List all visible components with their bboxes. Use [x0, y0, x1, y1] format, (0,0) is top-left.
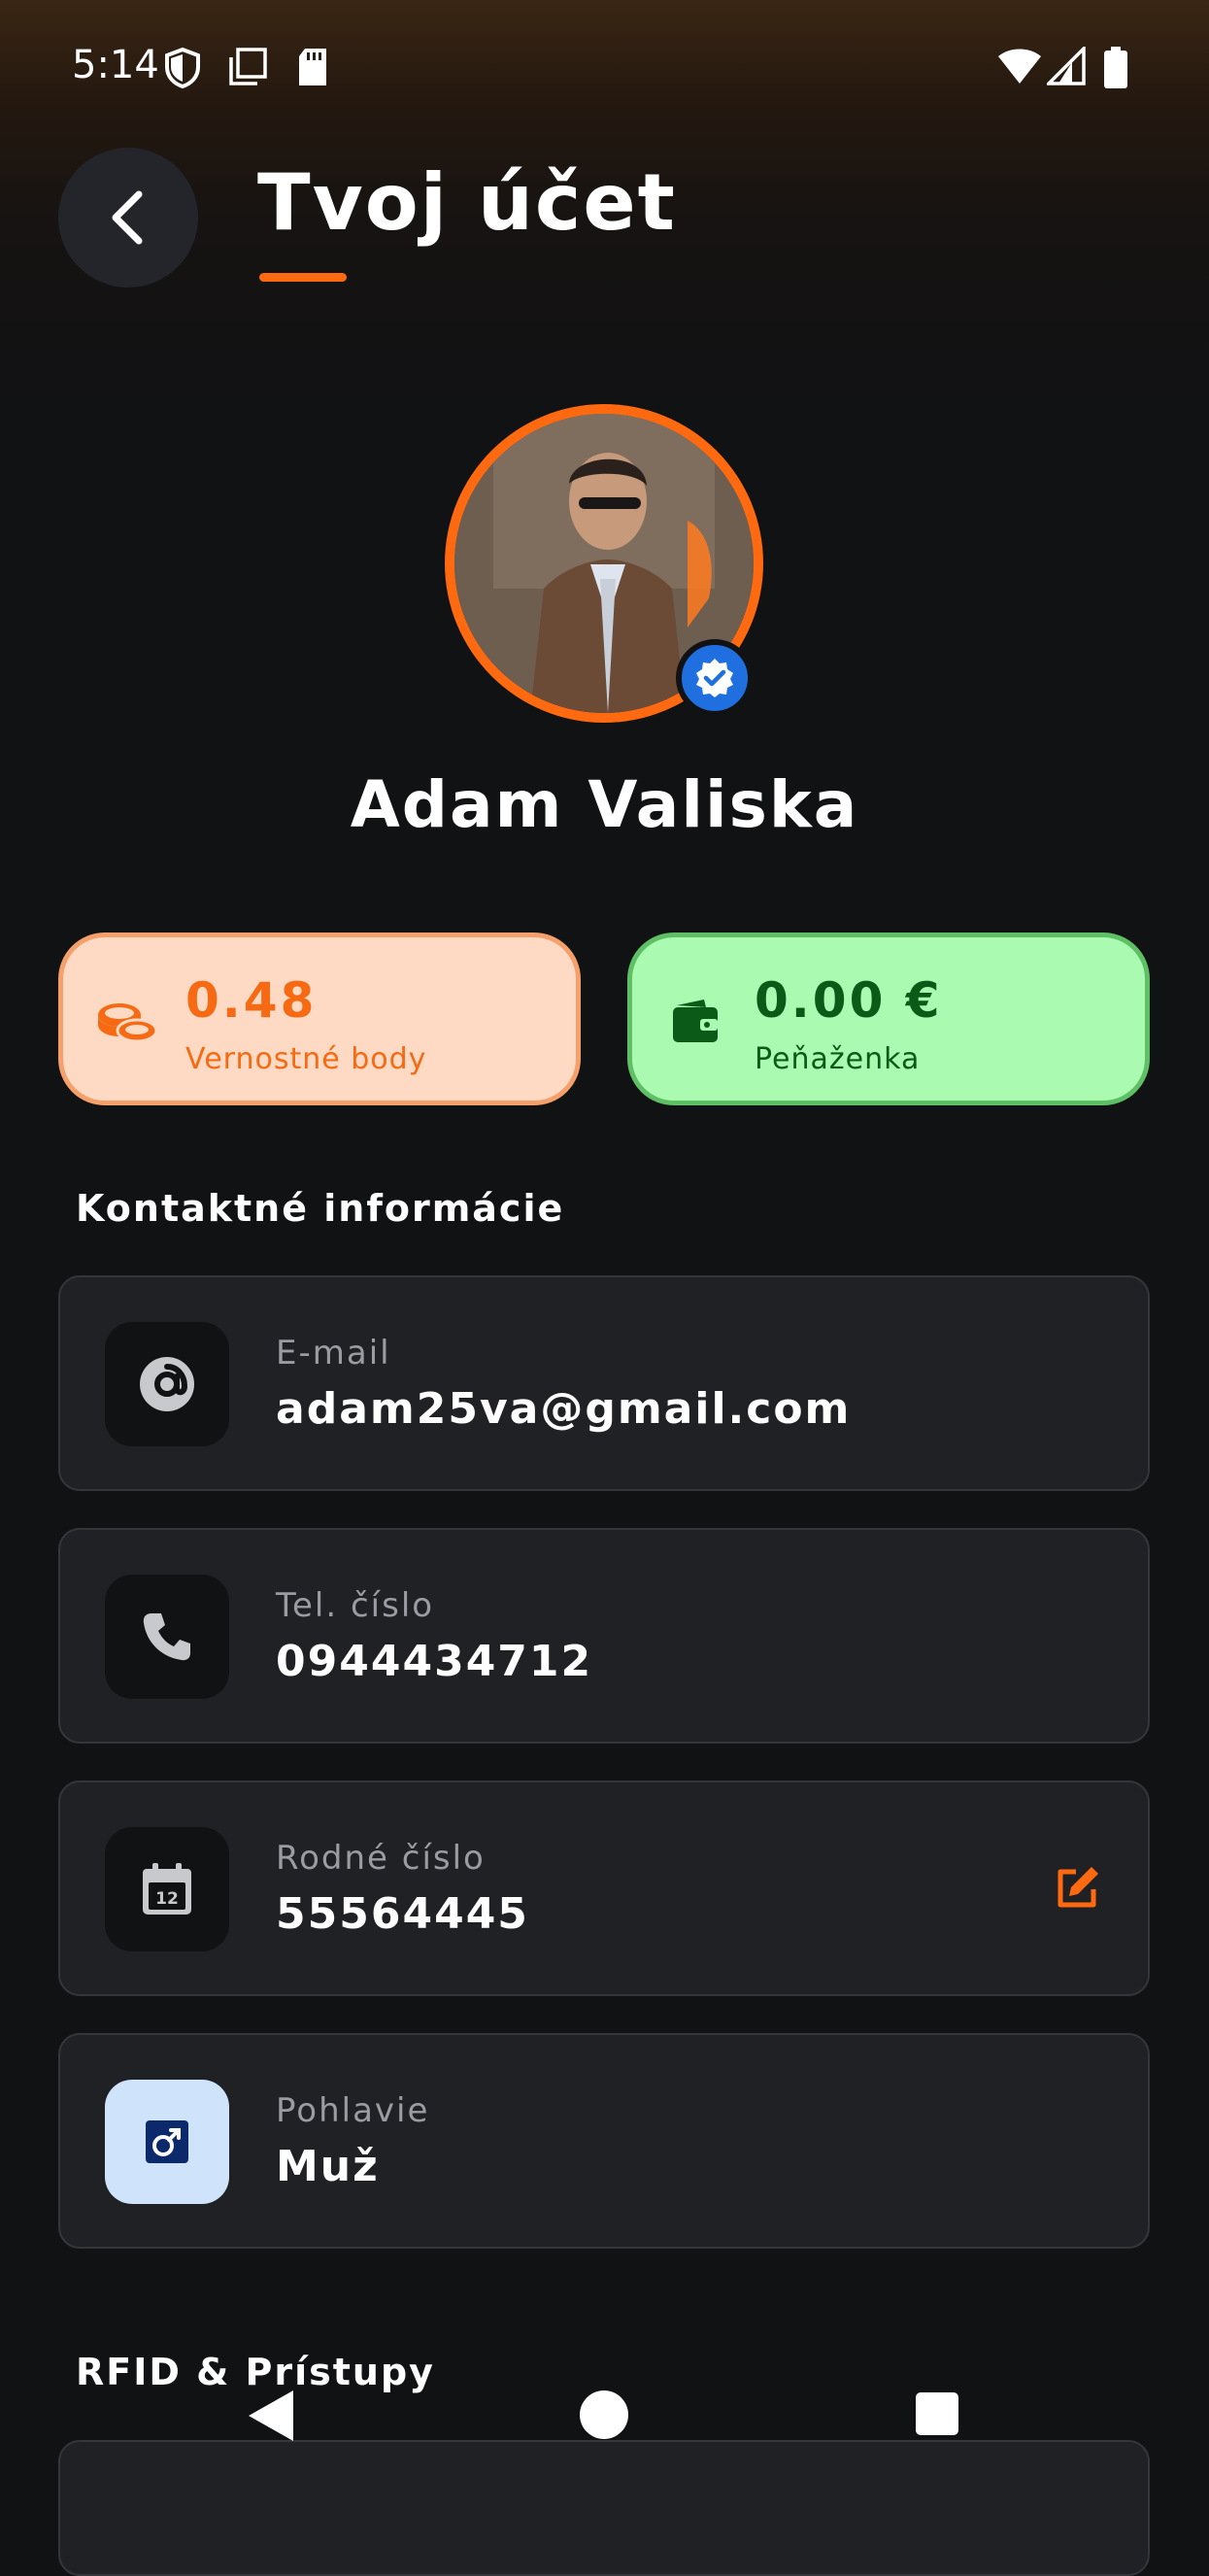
wallet-card[interactable]: 0.00 € Peňaženka	[627, 932, 1150, 1105]
sd-card-icon	[299, 49, 326, 85]
nav-back-icon[interactable]	[245, 2388, 297, 2444]
chevron-left-icon	[112, 190, 143, 245]
calendar-icon: 12	[143, 1863, 191, 1915]
phone-label: Tel. číslo	[276, 1586, 435, 1625]
coins-icon	[98, 1003, 158, 1043]
phone-icon	[143, 1613, 190, 1661]
system-navigation-bar	[0, 2370, 1209, 2457]
gender-label: Pohlavie	[276, 2091, 430, 2130]
contact-section-title: Kontaktné informácie	[76, 1187, 565, 1230]
email-label: E-mail	[276, 1334, 391, 1373]
nav-home-icon[interactable]	[579, 2390, 629, 2440]
svg-text:12: 12	[155, 1889, 179, 1909]
status-time: 5:14	[72, 43, 159, 87]
nav-recents-icon[interactable]	[915, 2391, 959, 2436]
gender-icon-box	[105, 2080, 229, 2204]
rfid-card[interactable]	[58, 2440, 1150, 2576]
birth-number-card[interactable]: 12 Rodné číslo 55564445	[58, 1780, 1150, 1996]
at-icon	[140, 1357, 194, 1411]
loyalty-points-card[interactable]: 0.48 Vernostné body	[58, 932, 581, 1105]
edit-icon[interactable]	[1053, 1864, 1101, 1913]
shield-icon	[165, 47, 200, 89]
page-title: Tvoj účet	[257, 157, 677, 248]
birth-number-value: 55564445	[276, 1889, 529, 1939]
wallet-icon	[673, 1000, 718, 1042]
back-button[interactable]	[58, 148, 198, 288]
wifi-icon	[998, 49, 1041, 84]
loyalty-points-label: Vernostné body	[185, 1042, 427, 1076]
birth-number-label: Rodné číslo	[276, 1839, 486, 1878]
profile-name: Adam Valiska	[350, 767, 859, 842]
birth-number-icon-box: 12	[105, 1827, 229, 1951]
email-icon-box	[105, 1322, 229, 1446]
verified-badge-icon	[676, 639, 754, 717]
phone-card[interactable]: Tel. číslo 0944434712	[58, 1528, 1150, 1744]
copy-icon	[229, 48, 267, 85]
loyalty-points-value: 0.48	[185, 972, 318, 1029]
cellular-signal-icon	[1047, 47, 1086, 85]
check-badge-icon	[696, 659, 733, 697]
gender-value: Muž	[276, 2142, 380, 2191]
title-underline	[259, 273, 347, 282]
battery-icon	[1104, 47, 1127, 88]
status-bar: 5:14	[0, 0, 1209, 146]
email-card[interactable]: E-mail adam25va@gmail.com	[58, 1275, 1150, 1491]
wallet-label: Peňaženka	[755, 1042, 921, 1076]
wallet-value: 0.00 €	[755, 972, 943, 1029]
male-icon	[146, 2120, 188, 2163]
gender-card[interactable]: Pohlavie Muž	[58, 2033, 1150, 2249]
phone-icon-box	[105, 1575, 229, 1699]
phone-value: 0944434712	[276, 1637, 593, 1686]
email-value: adam25va@gmail.com	[276, 1384, 852, 1434]
